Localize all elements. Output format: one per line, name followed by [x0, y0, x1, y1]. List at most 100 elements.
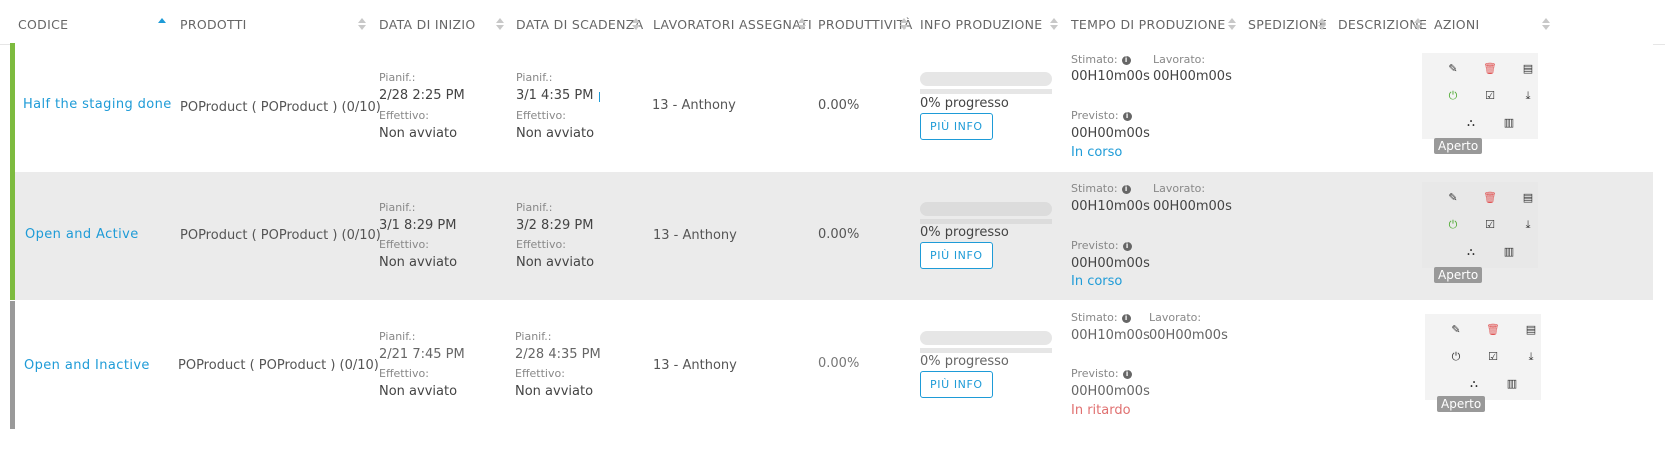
delete-icon[interactable]: 🗑 — [1480, 59, 1500, 79]
header-produttivita[interactable]: PRODUTTIVITÀ — [818, 17, 913, 32]
info-icon[interactable]: i — [1122, 112, 1132, 121]
download-icon[interactable]: ⤓ — [1521, 347, 1541, 367]
worked-label: Lavorato: — [1153, 182, 1206, 195]
forecast-label: Previsto: i — [1071, 239, 1132, 252]
table-row: Open and Active POProduct ( POProduct ) … — [10, 172, 1653, 300]
productivity-value: 0.00% — [818, 98, 860, 113]
header-tempo-produzione[interactable]: TEMPO DI PRODUZIONE — [1071, 17, 1226, 32]
estimated-time: 00H10m00s — [1071, 69, 1150, 84]
sort-icon[interactable] — [900, 18, 908, 30]
progress-label: 0% progresso — [920, 225, 1009, 240]
forecast-label: Previsto: i — [1071, 367, 1132, 380]
sort-icon[interactable] — [496, 18, 504, 30]
more-info-button[interactable]: PIÙ INFO — [920, 113, 993, 140]
checklist-icon[interactable]: ☑ — [1483, 347, 1503, 367]
document-icon[interactable]: ▤ — [1518, 188, 1538, 208]
header-data-scadenza[interactable]: DATA DI SCADENZA — [516, 17, 643, 32]
status-bar-active — [10, 43, 15, 180]
due-actual-value: Non avviato — [516, 255, 595, 270]
power-icon[interactable]: ⏻ — [1443, 86, 1463, 106]
due-planned-value: 3/1 4:35 PM — [516, 88, 594, 103]
sort-icon[interactable] — [358, 18, 366, 30]
info-icon[interactable]: i — [1122, 242, 1132, 251]
header-data-inizio[interactable]: DATA DI INIZIO — [379, 17, 475, 32]
barcode-icon[interactable]: ▥ — [1499, 113, 1519, 133]
header-codice[interactable]: CODICE — [18, 17, 68, 32]
document-icon[interactable]: ▤ — [1521, 320, 1541, 340]
progress-bar-secondary — [920, 348, 1052, 353]
download-icon[interactable]: ⤓ — [1518, 86, 1538, 106]
sort-icon[interactable] — [632, 18, 640, 30]
start-planned-value: 3/1 8:29 PM — [379, 218, 457, 233]
edit-icon[interactable]: ✎ — [1443, 59, 1463, 79]
sort-icon[interactable] — [1318, 18, 1326, 30]
checklist-icon[interactable]: ☑ — [1480, 86, 1500, 106]
status-text-late: In ritardo — [1071, 403, 1131, 418]
more-info-button[interactable]: PIÙ INFO — [920, 242, 993, 269]
progress-label: 0% progresso — [920, 96, 1009, 111]
productivity-value: 0.00% — [818, 227, 860, 242]
sort-icon[interactable] — [1228, 18, 1236, 30]
worked-time: 00H00m00s — [1153, 69, 1232, 84]
assigned-worker: 13 - Anthony — [653, 358, 737, 373]
due-actual-label: Effettivo: — [516, 238, 566, 251]
worked-time: 00H00m00s — [1149, 328, 1228, 343]
document-icon[interactable]: ▤ — [1518, 59, 1538, 79]
edit-icon[interactable]: ✎ — [1446, 320, 1466, 340]
start-actual-label: Effettivo: — [379, 109, 429, 122]
sort-icon[interactable] — [1414, 18, 1422, 30]
forecast-time: 00H00m00s — [1071, 126, 1150, 141]
sort-icon[interactable] — [1542, 18, 1550, 30]
status-bar-inactive — [10, 301, 15, 429]
worked-label: Lavorato: — [1153, 53, 1206, 66]
info-icon[interactable]: i — [1122, 370, 1132, 379]
header-info-produzione[interactable]: INFO PRODUZIONE — [920, 17, 1043, 32]
barcode-icon[interactable]: ▥ — [1502, 374, 1522, 394]
due-planned-value: 2/28 4:35 PM — [515, 347, 601, 362]
progress-bar — [920, 331, 1052, 345]
order-code-link[interactable]: Half the staging done — [23, 97, 172, 112]
table-row: Open and Inactive POProduct ( POProduct … — [10, 301, 1653, 429]
download-icon[interactable]: ⤓ — [1518, 215, 1538, 235]
status-badge: Aperto — [1437, 396, 1486, 412]
due-actual-label: Effettivo: — [515, 367, 565, 380]
start-actual-value: Non avviato — [379, 384, 458, 399]
start-planned-label: Pianif.: — [379, 201, 416, 214]
sort-asc-icon[interactable] — [158, 18, 166, 30]
actions-panel: ✎ 🗑 ▤ ⏻ ☑ ⤓ ⛬ ▥ — [1425, 314, 1541, 400]
info-icon[interactable]: i — [1121, 185, 1131, 194]
start-planned-label: Pianif.: — [379, 71, 416, 84]
progress-bar — [920, 202, 1052, 216]
info-icon[interactable]: i — [1121, 56, 1131, 65]
hierarchy-icon[interactable]: ⛬ — [1461, 113, 1481, 133]
status-badge: Aperto — [1434, 138, 1483, 154]
header-spedizione[interactable]: SPEDIZIONE — [1248, 17, 1327, 32]
info-icon[interactable]: i — [1121, 314, 1131, 323]
due-planned-label: Pianif.: — [516, 71, 553, 84]
hierarchy-icon[interactable]: ⛬ — [1461, 242, 1481, 262]
product-name: POProduct ( POProduct ) (0/10) — [180, 228, 381, 243]
delete-icon[interactable]: 🗑 — [1483, 320, 1503, 340]
header-lavoratori[interactable]: LAVORATORI ASSEGNATI — [653, 17, 812, 32]
delete-icon[interactable]: 🗑 — [1480, 188, 1500, 208]
edit-icon[interactable]: ✎ — [1443, 188, 1463, 208]
order-code-link[interactable]: Open and Inactive — [24, 358, 150, 373]
table-row: Half the staging done POProduct ( POProd… — [10, 43, 1653, 180]
header-prodotti[interactable]: PRODOTTI — [180, 17, 247, 32]
status-badge: Aperto — [1434, 267, 1483, 283]
barcode-icon[interactable]: ▥ — [1499, 242, 1519, 262]
power-icon[interactable]: ⏻ — [1446, 347, 1466, 367]
progress-label: 0% progresso — [920, 354, 1009, 369]
power-icon[interactable]: ⏻ — [1443, 215, 1463, 235]
due-planned-label: Pianif.: — [515, 330, 552, 343]
due-actual-label: Effettivo: — [516, 109, 566, 122]
checklist-icon[interactable]: ☑ — [1480, 215, 1500, 235]
sort-icon[interactable] — [1050, 18, 1058, 30]
progress-bar-secondary — [920, 89, 1052, 94]
hierarchy-icon[interactable]: ⛬ — [1464, 374, 1484, 394]
order-code-link[interactable]: Open and Active — [25, 227, 139, 242]
header-azioni: AZIONI — [1434, 17, 1480, 32]
more-info-button[interactable]: PIÙ INFO — [920, 371, 993, 398]
progress-bar-secondary — [920, 219, 1052, 224]
sort-icon[interactable] — [798, 18, 806, 30]
